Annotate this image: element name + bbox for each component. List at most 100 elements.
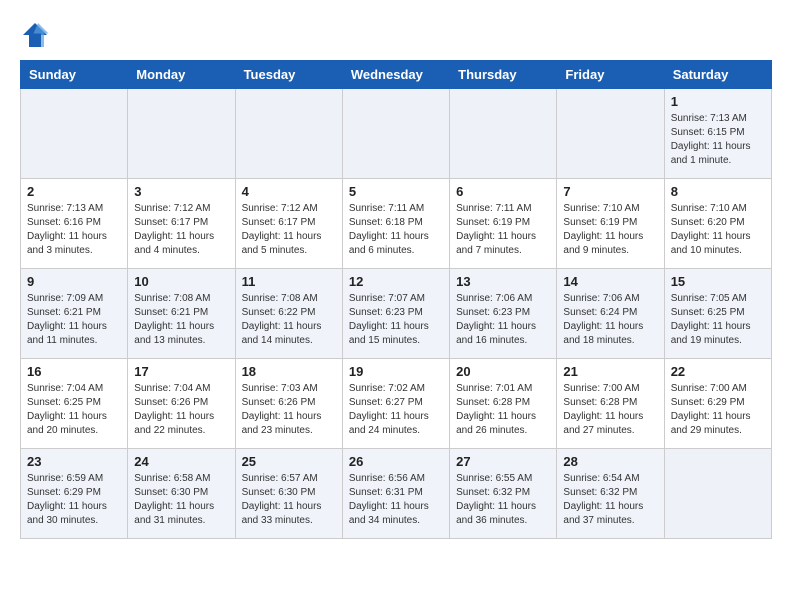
- weekday-header: Friday: [557, 61, 664, 89]
- calendar-day-cell: [21, 89, 128, 179]
- calendar-day-cell: 23 Sunrise: 6:59 AM Sunset: 6:29 PM Dayli…: [21, 449, 128, 539]
- day-info: Sunrise: 7:05 AM Sunset: 6:25 PM Dayligh…: [671, 292, 765, 348]
- day-info: Sunrise: 7:11 AM Sunset: 6:19 PM Dayligh…: [456, 202, 550, 258]
- day-number: 20: [456, 364, 550, 379]
- day-info: Sunrise: 7:10 AM Sunset: 6:19 PM Dayligh…: [563, 202, 657, 258]
- day-info: Sunrise: 7:13 AM Sunset: 6:16 PM Dayligh…: [27, 202, 121, 258]
- day-number: 16: [27, 364, 121, 379]
- calendar-day-cell: 1 Sunrise: 7:13 AM Sunset: 6:15 PM Daylig…: [664, 89, 771, 179]
- weekday-header: Sunday: [21, 61, 128, 89]
- calendar-day-cell: 11 Sunrise: 7:08 AM Sunset: 6:22 PM Dayli…: [235, 269, 342, 359]
- header: [20, 20, 772, 50]
- day-info: Sunrise: 7:12 AM Sunset: 6:17 PM Dayligh…: [242, 202, 336, 258]
- day-info: Sunrise: 7:04 AM Sunset: 6:25 PM Dayligh…: [27, 382, 121, 438]
- calendar-day-cell: [235, 89, 342, 179]
- day-number: 2: [27, 184, 121, 199]
- day-info: Sunrise: 7:10 AM Sunset: 6:20 PM Dayligh…: [671, 202, 765, 258]
- day-number: 15: [671, 274, 765, 289]
- calendar-day-cell: [128, 89, 235, 179]
- calendar-week-row: 1 Sunrise: 7:13 AM Sunset: 6:15 PM Daylig…: [21, 89, 772, 179]
- day-info: Sunrise: 7:02 AM Sunset: 6:27 PM Dayligh…: [349, 382, 443, 438]
- day-info: Sunrise: 7:03 AM Sunset: 6:26 PM Dayligh…: [242, 382, 336, 438]
- day-info: Sunrise: 7:06 AM Sunset: 6:23 PM Dayligh…: [456, 292, 550, 348]
- day-number: 26: [349, 454, 443, 469]
- calendar-week-row: 9 Sunrise: 7:09 AM Sunset: 6:21 PM Daylig…: [21, 269, 772, 359]
- calendar-day-cell: 13 Sunrise: 7:06 AM Sunset: 6:23 PM Dayli…: [450, 269, 557, 359]
- day-info: Sunrise: 7:08 AM Sunset: 6:22 PM Dayligh…: [242, 292, 336, 348]
- calendar-day-cell: 14 Sunrise: 7:06 AM Sunset: 6:24 PM Dayli…: [557, 269, 664, 359]
- calendar-day-cell: [557, 89, 664, 179]
- calendar-day-cell: 16 Sunrise: 7:04 AM Sunset: 6:25 PM Dayli…: [21, 359, 128, 449]
- day-info: Sunrise: 7:00 AM Sunset: 6:29 PM Dayligh…: [671, 382, 765, 438]
- calendar-day-cell: [664, 449, 771, 539]
- day-number: 24: [134, 454, 228, 469]
- day-info: Sunrise: 7:00 AM Sunset: 6:28 PM Dayligh…: [563, 382, 657, 438]
- day-number: 11: [242, 274, 336, 289]
- day-number: 3: [134, 184, 228, 199]
- day-number: 1: [671, 94, 765, 109]
- calendar-day-cell: 24 Sunrise: 6:58 AM Sunset: 6:30 PM Dayli…: [128, 449, 235, 539]
- day-number: 22: [671, 364, 765, 379]
- day-number: 13: [456, 274, 550, 289]
- day-number: 14: [563, 274, 657, 289]
- day-number: 10: [134, 274, 228, 289]
- day-info: Sunrise: 7:13 AM Sunset: 6:15 PM Dayligh…: [671, 112, 765, 168]
- calendar-day-cell: 28 Sunrise: 6:54 AM Sunset: 6:32 PM Dayli…: [557, 449, 664, 539]
- weekday-header: Monday: [128, 61, 235, 89]
- day-info: Sunrise: 6:57 AM Sunset: 6:30 PM Dayligh…: [242, 472, 336, 528]
- day-info: Sunrise: 7:04 AM Sunset: 6:26 PM Dayligh…: [134, 382, 228, 438]
- day-info: Sunrise: 6:59 AM Sunset: 6:29 PM Dayligh…: [27, 472, 121, 528]
- day-number: 23: [27, 454, 121, 469]
- calendar-day-cell: 22 Sunrise: 7:00 AM Sunset: 6:29 PM Dayli…: [664, 359, 771, 449]
- calendar-day-cell: 6 Sunrise: 7:11 AM Sunset: 6:19 PM Daylig…: [450, 179, 557, 269]
- calendar-day-cell: 10 Sunrise: 7:08 AM Sunset: 6:21 PM Dayli…: [128, 269, 235, 359]
- day-number: 21: [563, 364, 657, 379]
- logo-icon: [20, 20, 50, 50]
- day-info: Sunrise: 6:55 AM Sunset: 6:32 PM Dayligh…: [456, 472, 550, 528]
- day-number: 9: [27, 274, 121, 289]
- calendar-day-cell: 27 Sunrise: 6:55 AM Sunset: 6:32 PM Dayli…: [450, 449, 557, 539]
- day-number: 17: [134, 364, 228, 379]
- calendar-table: SundayMondayTuesdayWednesdayThursdayFrid…: [20, 60, 772, 539]
- calendar-day-cell: 15 Sunrise: 7:05 AM Sunset: 6:25 PM Dayli…: [664, 269, 771, 359]
- day-info: Sunrise: 6:58 AM Sunset: 6:30 PM Dayligh…: [134, 472, 228, 528]
- logo: [20, 20, 54, 50]
- calendar-day-cell: 19 Sunrise: 7:02 AM Sunset: 6:27 PM Dayli…: [342, 359, 449, 449]
- calendar-day-cell: 9 Sunrise: 7:09 AM Sunset: 6:21 PM Daylig…: [21, 269, 128, 359]
- day-number: 27: [456, 454, 550, 469]
- day-info: Sunrise: 7:07 AM Sunset: 6:23 PM Dayligh…: [349, 292, 443, 348]
- day-info: Sunrise: 6:54 AM Sunset: 6:32 PM Dayligh…: [563, 472, 657, 528]
- day-number: 8: [671, 184, 765, 199]
- day-number: 18: [242, 364, 336, 379]
- calendar-day-cell: 3 Sunrise: 7:12 AM Sunset: 6:17 PM Daylig…: [128, 179, 235, 269]
- calendar-day-cell: 4 Sunrise: 7:12 AM Sunset: 6:17 PM Daylig…: [235, 179, 342, 269]
- calendar-day-cell: 21 Sunrise: 7:00 AM Sunset: 6:28 PM Dayli…: [557, 359, 664, 449]
- calendar-day-cell: [450, 89, 557, 179]
- calendar-week-row: 23 Sunrise: 6:59 AM Sunset: 6:29 PM Dayli…: [21, 449, 772, 539]
- day-info: Sunrise: 7:01 AM Sunset: 6:28 PM Dayligh…: [456, 382, 550, 438]
- day-number: 28: [563, 454, 657, 469]
- day-number: 7: [563, 184, 657, 199]
- weekday-header: Saturday: [664, 61, 771, 89]
- day-number: 5: [349, 184, 443, 199]
- day-info: Sunrise: 7:09 AM Sunset: 6:21 PM Dayligh…: [27, 292, 121, 348]
- weekday-header: Thursday: [450, 61, 557, 89]
- calendar-day-cell: [342, 89, 449, 179]
- calendar-day-cell: 20 Sunrise: 7:01 AM Sunset: 6:28 PM Dayli…: [450, 359, 557, 449]
- day-number: 6: [456, 184, 550, 199]
- day-info: Sunrise: 7:06 AM Sunset: 6:24 PM Dayligh…: [563, 292, 657, 348]
- day-info: Sunrise: 7:12 AM Sunset: 6:17 PM Dayligh…: [134, 202, 228, 258]
- day-number: 12: [349, 274, 443, 289]
- calendar-day-cell: 18 Sunrise: 7:03 AM Sunset: 6:26 PM Dayli…: [235, 359, 342, 449]
- day-number: 4: [242, 184, 336, 199]
- day-number: 25: [242, 454, 336, 469]
- calendar-day-cell: 8 Sunrise: 7:10 AM Sunset: 6:20 PM Daylig…: [664, 179, 771, 269]
- weekday-header: Tuesday: [235, 61, 342, 89]
- day-number: 19: [349, 364, 443, 379]
- day-info: Sunrise: 7:08 AM Sunset: 6:21 PM Dayligh…: [134, 292, 228, 348]
- calendar-header-row: SundayMondayTuesdayWednesdayThursdayFrid…: [21, 61, 772, 89]
- calendar-day-cell: 7 Sunrise: 7:10 AM Sunset: 6:19 PM Daylig…: [557, 179, 664, 269]
- calendar-day-cell: 5 Sunrise: 7:11 AM Sunset: 6:18 PM Daylig…: [342, 179, 449, 269]
- day-info: Sunrise: 7:11 AM Sunset: 6:18 PM Dayligh…: [349, 202, 443, 258]
- calendar-day-cell: 2 Sunrise: 7:13 AM Sunset: 6:16 PM Daylig…: [21, 179, 128, 269]
